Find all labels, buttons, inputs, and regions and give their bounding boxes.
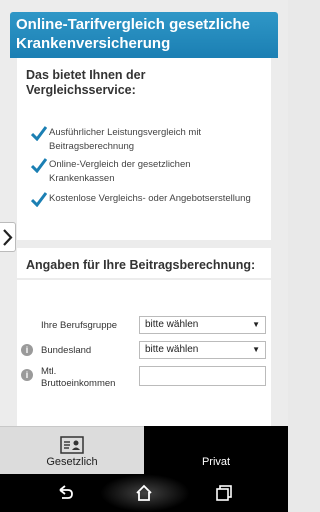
system-navigation-bar — [0, 474, 288, 512]
dropdown-arrow-icon: ▼ — [252, 320, 260, 329]
form-heading-card: Angaben für Ihre Beitragsberechnung: — [17, 248, 271, 278]
back-icon[interactable] — [56, 484, 74, 502]
berufsgruppe-row: Ihre Berufsgruppe bitte wählen ▼ — [17, 316, 271, 336]
checkmark-icon — [31, 158, 47, 173]
benefits-heading: Das bietet Ihnen der Vergleichsservice: — [26, 68, 146, 97]
recents-icon[interactable] — [215, 484, 233, 502]
berufsgruppe-label: Ihre Berufsgruppe — [41, 320, 118, 331]
calculation-form: Ihre Berufsgruppe bitte wählen ▼ i Bunde… — [17, 280, 271, 426]
dropdown-arrow-icon: ▼ — [252, 345, 260, 354]
einkommen-label-line2: Bruttoeinkommen — [41, 378, 116, 389]
chevron-right-icon — [3, 229, 13, 246]
tab-gesetzlich[interactable]: Gesetzlich — [0, 426, 144, 474]
bundesland-select[interactable]: bitte wählen ▼ — [139, 341, 266, 359]
tab-gesetzlich-label: Gesetzlich — [46, 456, 98, 468]
checkmark-icon — [31, 192, 47, 207]
tab-privat-label: Privat — [201, 456, 231, 468]
info-icon[interactable]: i — [21, 344, 33, 356]
id-card-icon — [60, 436, 84, 454]
benefit-text: Kostenlose Vergleichs- oder Angebotserst… — [49, 193, 251, 204]
einkommen-input[interactable] — [139, 366, 266, 386]
bundesland-label: Bundesland — [41, 345, 92, 356]
side-drawer-toggle[interactable] — [0, 222, 16, 252]
berufsgruppe-select[interactable]: bitte wählen ▼ — [139, 316, 266, 334]
content-scroll-area[interactable]: Online-Tarifvergleich gesetzliche Kranke… — [0, 0, 288, 426]
benefits-card: Das bietet Ihnen der Vergleichsservice: … — [17, 58, 271, 240]
tab-privat[interactable]: Privat — [144, 426, 288, 474]
bundesland-row: i Bundesland bitte wählen ▼ — [17, 341, 271, 361]
page-title: Online-Tarifvergleich gesetzliche Kranke… — [16, 16, 250, 52]
einkommen-row: i Mtl. Bruttoeinkommen — [17, 366, 271, 392]
benefit-text: Online-Vergleich der gesetzlichen Kranke… — [49, 159, 191, 184]
header-banner: Online-Tarifvergleich gesetzliche Kranke… — [10, 12, 278, 58]
form-heading: Angaben für Ihre Beitragsberechnung: — [26, 258, 256, 272]
bundesland-value: bitte wählen — [145, 344, 199, 355]
berufsgruppe-value: bitte wählen — [145, 319, 199, 330]
info-icon[interactable]: i — [21, 369, 33, 381]
einkommen-label-line1: Mtl. — [41, 366, 57, 377]
home-icon[interactable] — [135, 484, 153, 502]
bottom-tab-bar: Gesetzlich Privat — [0, 426, 288, 474]
benefit-text: Ausführlicher Leistungsvergleich mit Bei… — [49, 127, 202, 152]
checkmark-icon — [31, 126, 47, 141]
